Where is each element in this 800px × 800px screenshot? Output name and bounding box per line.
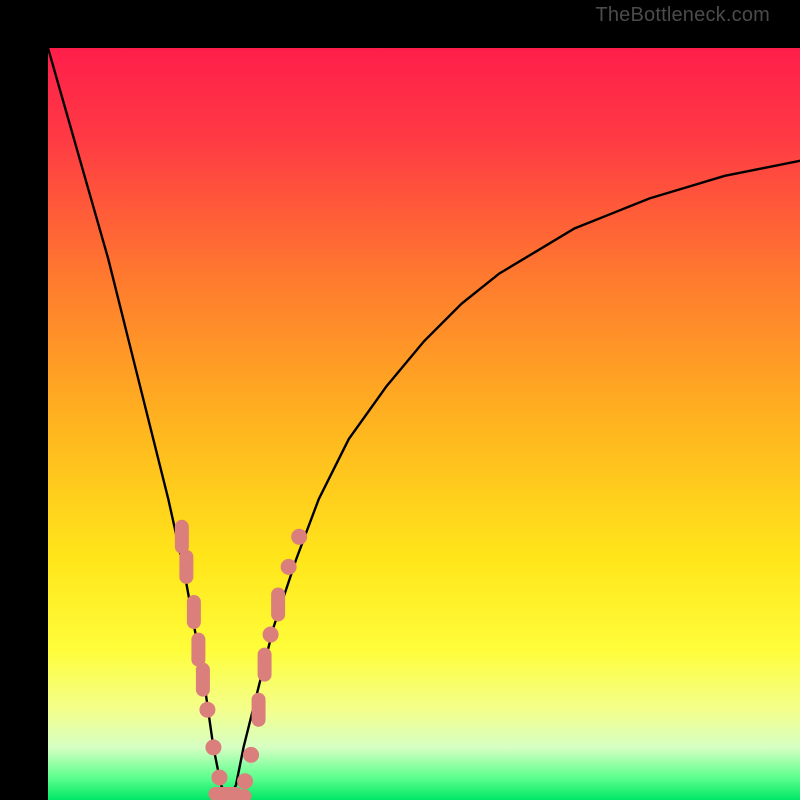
curve-marker — [252, 693, 266, 727]
curve-marker — [175, 520, 189, 554]
curve-marker — [281, 559, 297, 575]
curve-marker — [291, 529, 307, 545]
curve-marker — [187, 595, 201, 629]
curve-marker — [179, 550, 193, 584]
curve-marker — [237, 773, 253, 789]
watermark-text: TheBottleneck.com — [595, 4, 770, 27]
curve-marker — [263, 627, 279, 643]
curve-marker — [191, 633, 205, 667]
curve-marker — [258, 648, 272, 682]
curve-marker — [205, 739, 221, 755]
chart-frame — [0, 0, 800, 800]
curve-marker — [243, 747, 259, 763]
curve-marker — [217, 789, 251, 800]
curve-marker — [199, 702, 215, 718]
chart-svg — [48, 48, 800, 800]
curve-marker — [211, 769, 227, 785]
plot-area — [48, 48, 800, 800]
bottleneck-curve — [48, 48, 800, 800]
curve-marker — [271, 587, 285, 621]
curve-marker — [196, 663, 210, 697]
